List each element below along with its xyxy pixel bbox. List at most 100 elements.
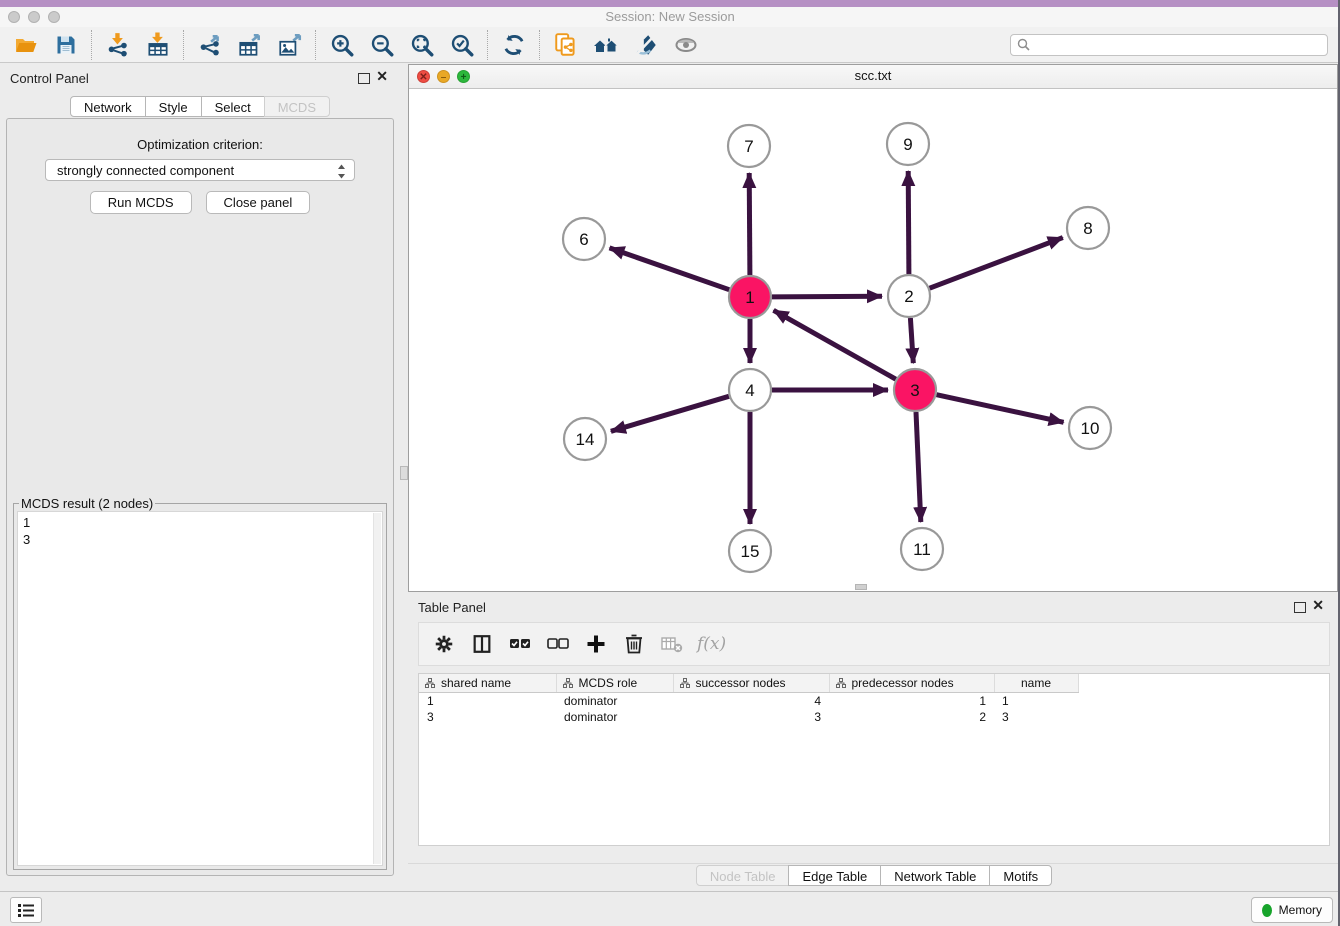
column-header-successor-nodes[interactable]: successor nodes xyxy=(673,674,829,693)
export-network-button[interactable] xyxy=(190,29,230,61)
column-header-shared-name[interactable]: shared name xyxy=(419,674,556,693)
network-minimize-icon[interactable]: – xyxy=(437,70,450,83)
minimize-window-icon[interactable] xyxy=(28,11,40,23)
mcds-result-area[interactable]: 1 3 xyxy=(17,511,383,866)
export-table-button[interactable] xyxy=(230,29,270,61)
tab-network-table[interactable]: Network Table xyxy=(880,865,990,886)
open-session-button[interactable] xyxy=(6,29,46,61)
column-header-mcds-role[interactable]: MCDS role xyxy=(556,674,673,693)
delete-row-button[interactable] xyxy=(621,631,647,657)
plus-icon xyxy=(584,632,608,656)
table-panel-float-icon[interactable] xyxy=(1294,602,1306,613)
import-network-icon xyxy=(105,32,131,58)
toolbar-separator xyxy=(487,30,489,60)
control-panel-float-icon[interactable] xyxy=(358,73,370,84)
table-cell[interactable]: 3 xyxy=(994,709,1078,725)
import-network-button[interactable] xyxy=(98,29,138,61)
graph-edge-2-9[interactable] xyxy=(908,171,909,274)
network-canvas[interactable]: 7 9 6 8 1 2 4 3 14 10 15 11 xyxy=(409,88,1337,591)
apply-function-button[interactable]: f(x) xyxy=(697,634,726,654)
graph-node-label: 10 xyxy=(1081,419,1100,438)
graph-edge-2-8[interactable] xyxy=(930,238,1063,289)
graph-edge-3-10[interactable] xyxy=(937,395,1064,423)
graph-node-7[interactable]: 7 xyxy=(728,125,770,167)
tab-select[interactable]: Select xyxy=(201,96,265,117)
column-header-name[interactable]: name xyxy=(994,674,1078,693)
graph-edge-3-1[interactable] xyxy=(774,310,896,379)
task-history-button[interactable] xyxy=(10,897,42,923)
select-all-button[interactable] xyxy=(507,631,533,657)
toolbar-separator xyxy=(539,30,541,60)
graph-edge-1-2[interactable] xyxy=(772,296,882,297)
table-cell[interactable]: 2 xyxy=(829,709,994,725)
network-maximize-icon[interactable]: + xyxy=(457,70,470,83)
home-button[interactable] xyxy=(586,29,626,61)
graph-node-10[interactable]: 10 xyxy=(1069,407,1111,449)
network-window-titlebar[interactable]: ✕ – + scc.txt xyxy=(409,65,1337,89)
zoom-in-icon xyxy=(329,32,355,58)
vertical-splitter[interactable] xyxy=(400,63,408,892)
network-close-icon[interactable]: ✕ xyxy=(417,70,430,83)
mcds-result-scrollbar[interactable] xyxy=(373,513,381,864)
table-cell[interactable]: dominator xyxy=(556,709,673,725)
graph-edge-1-6[interactable] xyxy=(610,248,730,290)
gear-icon xyxy=(433,633,455,655)
tab-mcds[interactable]: MCDS xyxy=(264,96,330,117)
table-cell[interactable]: 3 xyxy=(673,709,829,725)
graph-node-6[interactable]: 6 xyxy=(563,218,605,260)
graph-node-4[interactable]: 4 xyxy=(729,369,771,411)
import-table-button[interactable] xyxy=(138,29,178,61)
tab-motifs[interactable]: Motifs xyxy=(989,865,1052,886)
table-cell[interactable]: 3 xyxy=(419,709,556,725)
show-columns-button[interactable] xyxy=(469,631,495,657)
graph-node-3[interactable]: 3 xyxy=(894,369,936,411)
control-panel-close-icon[interactable]: ✕ xyxy=(376,69,388,83)
delete-table-button[interactable] xyxy=(659,631,685,657)
tab-node-table[interactable]: Node Table xyxy=(696,865,790,886)
memory-button[interactable]: Memory xyxy=(1251,897,1333,923)
tab-edge-table[interactable]: Edge Table xyxy=(788,865,881,886)
table-panel-close-icon[interactable]: ✕ xyxy=(1312,598,1324,612)
graph-node-9[interactable]: 9 xyxy=(887,123,929,165)
table-cell[interactable]: 1 xyxy=(829,693,994,710)
graph-node-14[interactable]: 14 xyxy=(564,418,606,460)
criterion-select[interactable]: strongly connected component xyxy=(45,159,355,181)
deselect-all-button[interactable] xyxy=(545,631,571,657)
graph-node-1[interactable]: 1 xyxy=(729,276,771,318)
table-cell[interactable]: dominator xyxy=(556,693,673,710)
zoom-window-icon[interactable] xyxy=(48,11,60,23)
table-cell[interactable]: 1 xyxy=(994,693,1078,710)
trash-icon xyxy=(623,632,645,656)
label-visibility-button[interactable] xyxy=(626,29,666,61)
graph-edge-4-14[interactable] xyxy=(611,396,729,431)
graph-edge-3-11[interactable] xyxy=(916,412,921,522)
close-panel-button[interactable]: Close panel xyxy=(206,191,311,214)
add-row-button[interactable] xyxy=(583,631,609,657)
column-header-predecessor-nodes[interactable]: predecessor nodes xyxy=(829,674,994,693)
tab-network[interactable]: Network xyxy=(70,96,146,117)
tab-style[interactable]: Style xyxy=(145,96,202,117)
graph-node-15[interactable]: 15 xyxy=(729,530,771,572)
graph-node-8[interactable]: 8 xyxy=(1067,207,1109,249)
splitter-grip[interactable] xyxy=(400,466,408,480)
table-cell[interactable]: 1 xyxy=(419,693,556,710)
horizontal-splitter-grip[interactable] xyxy=(855,584,867,590)
graph-edge-1-7[interactable] xyxy=(749,173,750,275)
zoom-in-button[interactable] xyxy=(322,29,362,61)
apply-layout-button[interactable] xyxy=(494,29,534,61)
graph-node-2[interactable]: 2 xyxy=(888,275,930,317)
zoom-fit-button[interactable] xyxy=(402,29,442,61)
zoom-selected-button[interactable] xyxy=(442,29,482,61)
search-input[interactable] xyxy=(1010,34,1328,56)
copy-network-button[interactable] xyxy=(546,29,586,61)
graph-edge-2-3[interactable] xyxy=(910,318,913,363)
run-mcds-button[interactable]: Run MCDS xyxy=(90,191,192,214)
table-cell[interactable]: 4 xyxy=(673,693,829,710)
zoom-out-button[interactable] xyxy=(362,29,402,61)
save-session-button[interactable] xyxy=(46,29,86,61)
close-window-icon[interactable] xyxy=(8,11,20,23)
show-graphics-details-button[interactable] xyxy=(666,29,706,61)
graph-node-11[interactable]: 11 xyxy=(901,528,943,570)
table-settings-button[interactable] xyxy=(431,631,457,657)
export-image-button[interactable] xyxy=(270,29,310,61)
